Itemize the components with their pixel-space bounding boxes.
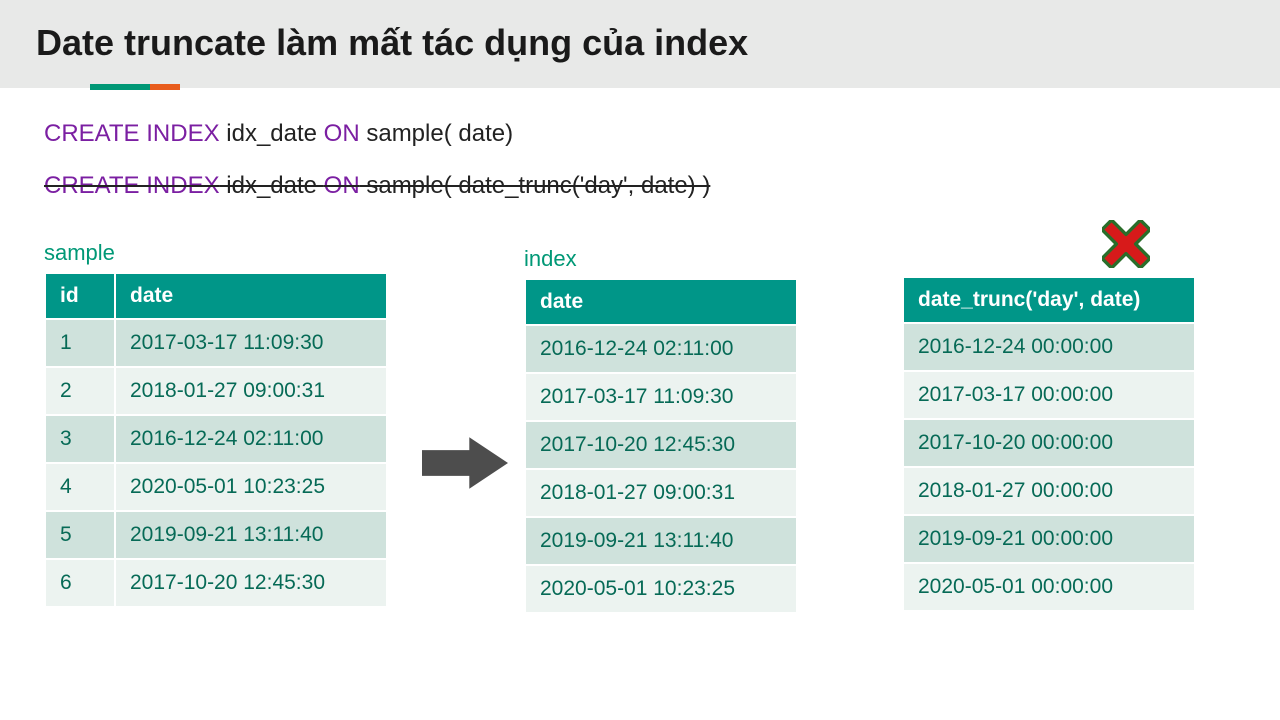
col-date: date <box>116 274 386 318</box>
table-row: 42020-05-01 10:23:25 <box>46 464 386 510</box>
cross-icon <box>1102 220 1150 268</box>
slide: Date truncate làm mất tác dụng của index… <box>0 0 1280 720</box>
trunc-table-wrap: date_trunc('day', date) 2016-12-24 00:00… <box>902 276 1196 612</box>
sql-text: sample( date) <box>360 120 513 147</box>
table-row: 2018-01-27 00:00:00 <box>904 468 1194 514</box>
sample-table-wrap: sample id date 12017-03-17 11:09:30 2201… <box>44 240 388 608</box>
sql-text: idx_date <box>220 172 324 199</box>
col-id: id <box>46 274 114 318</box>
table-row: 2019-09-21 13:11:40 <box>526 518 796 564</box>
table-row: 32016-12-24 02:11:00 <box>46 416 386 462</box>
sql-line-2-strikethrough: CREATE INDEX idx_date ON sample( date_tr… <box>44 172 1236 200</box>
sql-text: sample( date_trunc('day', date) ) <box>360 172 711 199</box>
col-date: date <box>526 280 796 324</box>
accent-bar <box>90 84 180 90</box>
table-row: 2017-10-20 12:45:30 <box>526 422 796 468</box>
table-row: 22018-01-27 09:00:31 <box>46 368 386 414</box>
title-bar: Date truncate làm mất tác dụng của index <box>0 0 1280 88</box>
table-row: 2020-05-01 10:23:25 <box>526 566 796 612</box>
sql-keyword: ON <box>324 172 360 199</box>
table-row: 2017-03-17 00:00:00 <box>904 372 1194 418</box>
sql-line-1: CREATE INDEX idx_date ON sample( date) <box>44 120 1236 148</box>
col-trunc: date_trunc('day', date) <box>904 278 1194 322</box>
table-row: 62017-10-20 12:45:30 <box>46 560 386 606</box>
table-row: 2017-03-17 11:09:30 <box>526 374 796 420</box>
sample-table-title: sample <box>44 240 388 266</box>
slide-title: Date truncate làm mất tác dụng của index <box>36 22 1244 64</box>
table-row: 52019-09-21 13:11:40 <box>46 512 386 558</box>
index-table-title: index <box>524 246 798 272</box>
sql-keyword: ON <box>324 120 360 147</box>
sql-keyword: CREATE INDEX <box>44 172 220 199</box>
arrow-right-icon <box>422 435 508 491</box>
table-row: 2017-10-20 00:00:00 <box>904 420 1194 466</box>
table-row: 2019-09-21 00:00:00 <box>904 516 1194 562</box>
table-row: 2016-12-24 02:11:00 <box>526 326 796 372</box>
table-row: 12017-03-17 11:09:30 <box>46 320 386 366</box>
slide-body: CREATE INDEX idx_date ON sample( date) C… <box>0 90 1280 710</box>
table-row: 2020-05-01 00:00:00 <box>904 564 1194 610</box>
table-row: 2016-12-24 00:00:00 <box>904 324 1194 370</box>
sql-keyword: CREATE INDEX <box>44 120 220 147</box>
sample-table: id date 12017-03-17 11:09:30 22018-01-27… <box>44 272 388 608</box>
tables-area: sample id date 12017-03-17 11:09:30 2201… <box>44 240 1236 710</box>
sql-text: idx_date <box>220 120 324 147</box>
index-table: date 2016-12-24 02:11:00 2017-03-17 11:0… <box>524 278 798 614</box>
trunc-table: date_trunc('day', date) 2016-12-24 00:00… <box>902 276 1196 612</box>
table-row: 2018-01-27 09:00:31 <box>526 470 796 516</box>
index-table-wrap: index date 2016-12-24 02:11:00 2017-03-1… <box>524 246 798 614</box>
